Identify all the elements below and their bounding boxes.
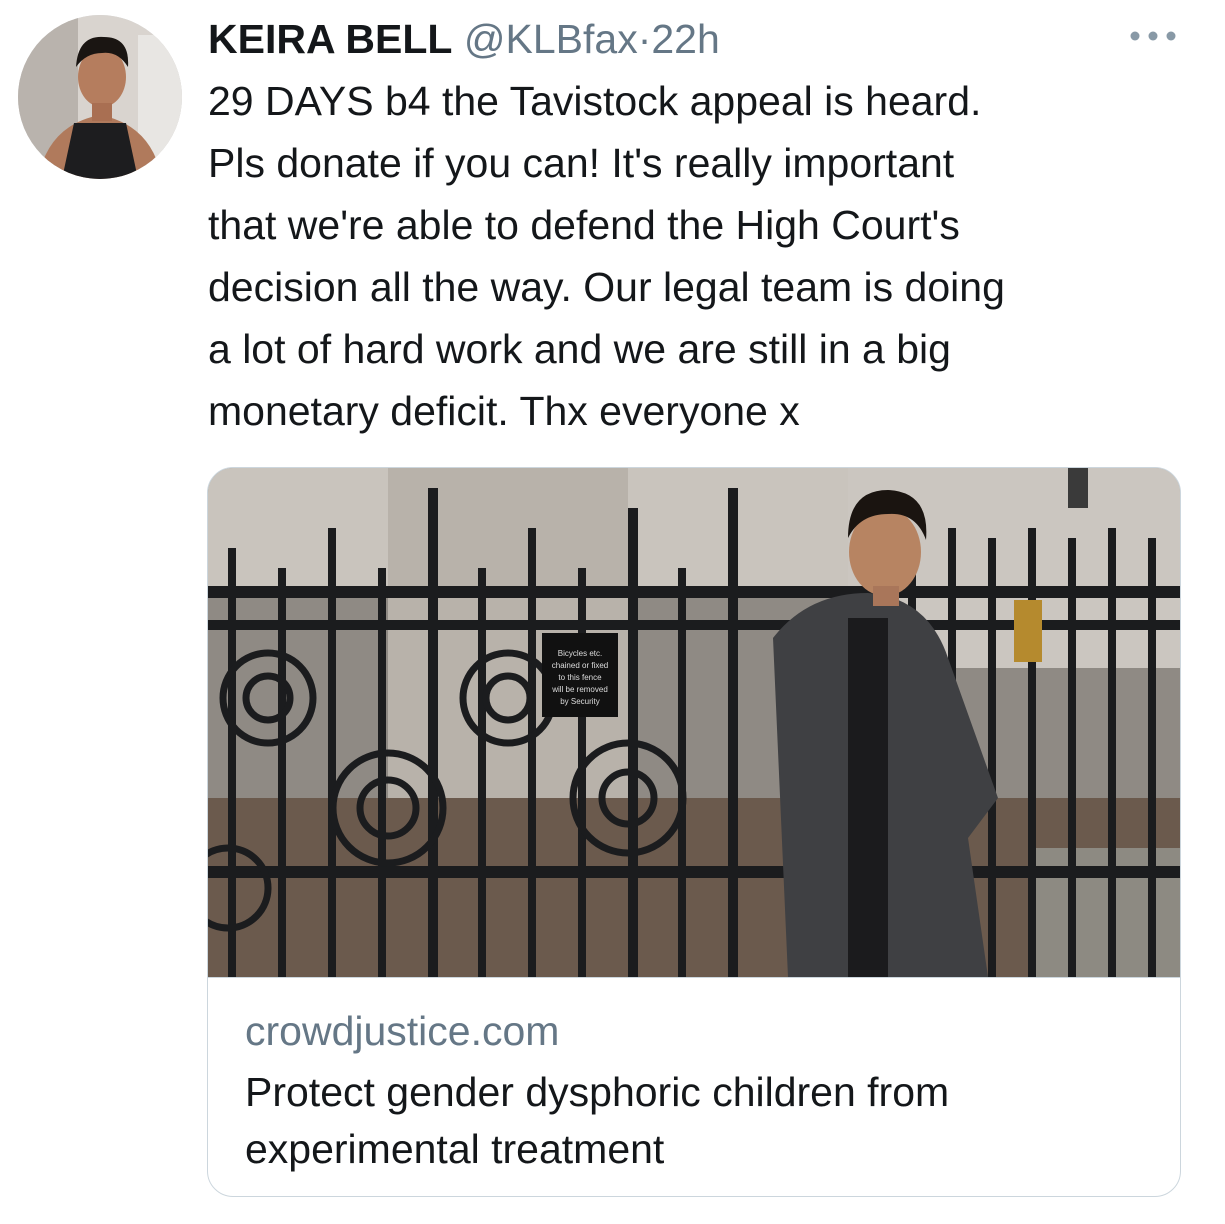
card-title: Protect gender dysphoric children from e… <box>245 1069 950 1172</box>
author-name[interactable]: KEIRA BELL <box>208 16 452 62</box>
avatar-photo <box>18 15 182 179</box>
svg-text:by Security: by Security <box>560 697 600 706</box>
svg-text:to this fence: to this fence <box>558 673 602 682</box>
svg-text:Bicycles etc.: Bicycles etc. <box>558 649 602 658</box>
more-options-icon[interactable] <box>1128 26 1178 46</box>
tweet-timestamp[interactable]: 22h <box>651 16 719 62</box>
svg-text:chained or fixed: chained or fixed <box>552 661 608 670</box>
tweet-header: KEIRA BELL @KLBfax·22h <box>208 14 720 64</box>
card-photo: Bicycles etc. chained or fixed to this f… <box>208 468 1180 978</box>
card-domain: crowdjustice.com <box>245 1008 560 1054</box>
tweet-text: 29 DAYS b4 the Tavistock appeal is heard… <box>208 78 1005 434</box>
author-handle[interactable]: @KLBfax <box>464 16 638 62</box>
svg-text:will be removed: will be removed <box>551 685 608 694</box>
separator-dot: · <box>637 16 652 62</box>
avatar[interactable] <box>18 15 182 179</box>
link-card[interactable]: Bicycles etc. chained or fixed to this f… <box>207 467 1181 1197</box>
